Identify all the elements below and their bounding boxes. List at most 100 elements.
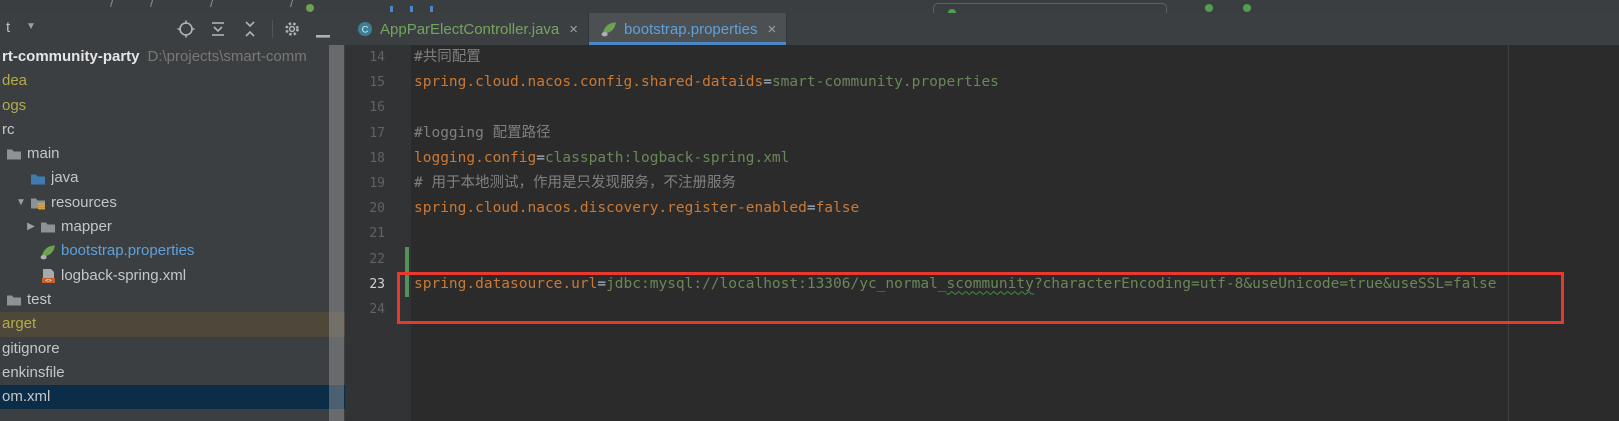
tree-item-label: ogs [2, 94, 26, 118]
breadcrumb-separator-icon: / [210, 0, 214, 10]
editor[interactable]: 14 #共同配置 15 spring.cloud.nacos.config.share… [345, 45, 1619, 421]
tree-item-rc[interactable]: rc [0, 118, 345, 142]
code-segment: classpath:logback-spring.xml [545, 150, 789, 166]
breadcrumb-file-icon [306, 4, 314, 12]
code-segment: jdbc:mysql://localhost:13306/yc_normal_ [606, 276, 946, 292]
tree-item-enkinsfile[interactable]: enkinsfile [0, 361, 345, 385]
code-segment: #logging 配置路径 [414, 125, 551, 141]
code-segment: smart-community.properties [772, 74, 999, 90]
tree-item-ogs[interactable]: ogs [0, 94, 345, 118]
code-segment: spring.datasource.url [414, 276, 597, 292]
tree-item-main[interactable]: main [0, 142, 345, 166]
project-tool-window: t ▼ rt-community-party D:\projects\smart-… [0, 13, 345, 421]
code-line-17[interactable]: 17#logging 配置路径 [345, 121, 1619, 146]
line-number: 14 [345, 45, 385, 70]
tree-item-bootstrap-properties[interactable]: bootstrap.properties [0, 239, 345, 263]
code-line-24[interactable]: 24 [345, 297, 1619, 322]
locate-icon[interactable] [177, 20, 195, 38]
code-segment: = [597, 276, 606, 292]
tab-bootstrap-properties[interactable]: bootstrap.properties × [589, 13, 787, 45]
code-line-22[interactable]: 22 [345, 247, 1619, 272]
typo-highlight: scommunity [947, 276, 1034, 292]
code-line-23[interactable]: 23spring.datasource.url=jdbc:mysql://loc… [345, 272, 1619, 297]
code-text: #共同配置 [414, 45, 481, 70]
tree-item-label: mapper [61, 215, 112, 239]
svg-text:C: C [362, 25, 369, 36]
debug-icon[interactable] [1243, 4, 1251, 12]
code-segment: = [763, 74, 772, 90]
vcs-change-bar [405, 247, 409, 272]
collapse-all-icon[interactable] [241, 20, 259, 38]
tree-item-label: om.xml [2, 385, 50, 409]
code-text: spring.datasource.url=jdbc:mysql://local… [414, 272, 1497, 297]
code-text: spring.cloud.nacos.discovery.register-en… [414, 196, 859, 221]
run-icon[interactable] [1205, 4, 1213, 12]
xml-file-icon: <> [40, 268, 56, 284]
vcs-change-bar [405, 272, 409, 297]
tree-item-label: gitignore [2, 337, 60, 361]
tree-item-label: test [27, 288, 51, 312]
tree-item-java[interactable]: java [0, 166, 345, 190]
toolbar-glyph [410, 6, 413, 12]
close-icon[interactable]: × [569, 22, 578, 37]
code-line-14[interactable]: 14 #共同配置 [345, 45, 1619, 70]
code-line-18[interactable]: 18logging.config=classpath:logback-sprin… [345, 146, 1619, 171]
tree-item-label: rc [2, 118, 15, 142]
tree-item-label: bootstrap.properties [61, 239, 194, 263]
project-tree-scrollbar[interactable] [329, 45, 344, 421]
tree-item-logback-spring-xml[interactable]: <>logback-spring.xml [0, 264, 345, 288]
line-number: 24 [345, 297, 385, 322]
breadcrumb-separator-icon: / [110, 0, 114, 10]
folder-icon [6, 146, 22, 162]
tab-appparelectcontroller-java[interactable]: C AppParElectController.java × [345, 13, 589, 45]
hide-panel-icon[interactable] [314, 27, 332, 45]
code-line-20[interactable]: 20spring.cloud.nacos.discovery.register-… [345, 196, 1619, 221]
project-panel-title[interactable]: t [6, 19, 10, 36]
close-icon[interactable]: × [767, 22, 776, 37]
code-segment: #共同配置 [414, 49, 481, 65]
folder-icon [40, 219, 56, 235]
tree-item-label: arget [2, 312, 36, 336]
toolbar-separator [272, 20, 273, 38]
editor-workspace: CAppParElectController.java×bootstrap.pr… [345, 13, 1619, 421]
tree-item-resources[interactable]: ▼resources [0, 191, 345, 215]
settings-gear-icon[interactable] [283, 20, 301, 38]
chevron-down-icon[interactable]: ▼ [26, 21, 36, 32]
code-line-19[interactable]: 19# 用于本地测试，作用是只发现服务，不注册服务 [345, 171, 1619, 196]
tree-item-mapper[interactable]: ▶ mapper [0, 215, 345, 239]
chevron-down-icon[interactable]: ▼ [12, 191, 30, 215]
tree-item-label: enkinsfile [2, 361, 65, 385]
tree-item-label: dea [2, 69, 27, 93]
java-class-icon: C [357, 21, 373, 37]
code-text: logging.config=classpath:logback-spring.… [414, 146, 789, 171]
chevron-right-icon[interactable]: ▶ [22, 215, 40, 239]
code-text: # 用于本地测试，作用是只发现服务，不注册服务 [414, 171, 736, 196]
folder-resources-icon [30, 195, 46, 211]
tree-item-rt-community-party[interactable]: rt-community-party D:\projects\smart-comm [0, 45, 345, 69]
code-line-16[interactable]: 16 [345, 95, 1619, 120]
line-number: 15 [345, 70, 385, 95]
tree-item-dea[interactable]: dea [0, 69, 345, 93]
tree-item-om-xml[interactable]: om.xml [0, 385, 345, 409]
tree-item-test[interactable]: test [0, 288, 345, 312]
breadcrumb-separator-icon: / [290, 0, 294, 10]
code-segment: false [816, 200, 860, 216]
code-segment: spring.cloud.nacos.discovery.register-en… [414, 200, 807, 216]
spring-leaf-icon [601, 21, 617, 37]
tree-item-label: rt-community-party [2, 45, 140, 69]
breadcrumb-separator-icon: / [150, 0, 154, 10]
expand-all-icon[interactable] [209, 20, 227, 38]
tab-label: bootstrap.properties [624, 21, 757, 38]
tree-item-arget[interactable]: arget [0, 312, 345, 336]
code-text: spring.cloud.nacos.config.shared-dataids… [414, 70, 999, 95]
tree-item-gitignore[interactable]: gitignore [0, 337, 345, 361]
code-line-15[interactable]: 15 spring.cloud.nacos.config.shared-datai… [345, 70, 1619, 95]
line-number: 16 [345, 95, 385, 120]
code-segment: logging.config [414, 150, 536, 166]
tab-label: AppParElectController.java [380, 21, 559, 38]
code-line-21[interactable]: 21 [345, 221, 1619, 246]
toolbar-glyph [430, 6, 433, 12]
project-path: D:\projects\smart-comm [148, 45, 307, 69]
code-segment: = [536, 150, 545, 166]
editor-tab-bar: CAppParElectController.java×bootstrap.pr… [345, 13, 1619, 46]
